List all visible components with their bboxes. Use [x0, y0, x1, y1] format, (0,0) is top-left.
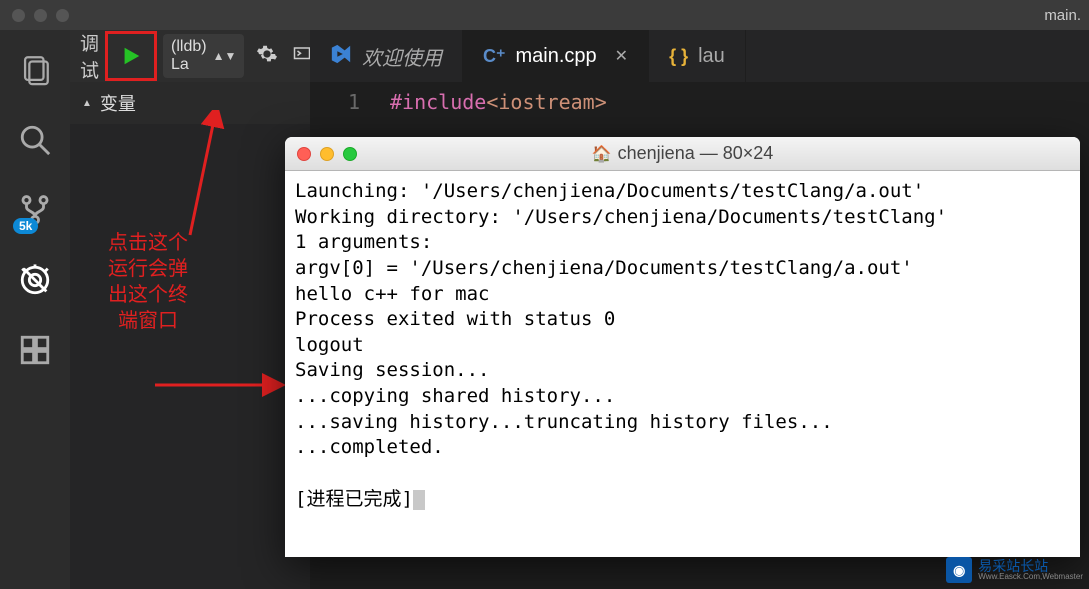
tab-main-cpp[interactable]: C⁺ main.cpp ✕	[463, 30, 649, 82]
terminal-window-controls[interactable]	[297, 147, 357, 161]
variables-section-header[interactable]: ▲ 变量	[70, 82, 310, 124]
terminal-title-text: chenjiena — 80×24	[618, 143, 774, 164]
scm-badge: 5k	[13, 218, 38, 234]
close-dot[interactable]	[12, 9, 25, 22]
explorer-icon[interactable]	[15, 50, 55, 90]
tab-launch-label: lau	[698, 45, 725, 68]
code-line-1: #include<iostream>	[390, 90, 607, 114]
terminal-close-button[interactable]	[297, 147, 311, 161]
close-icon[interactable]: ✕	[615, 46, 628, 66]
keyword-include: #include	[390, 90, 486, 114]
json-file-icon: { }	[669, 46, 688, 67]
home-icon: 🏠	[592, 144, 612, 164]
header-name: <iostream>	[486, 90, 606, 114]
window-controls[interactable]	[12, 9, 69, 22]
debug-side-panel: 调试 (lldb) La ▲▼ ▲ 变量	[70, 30, 310, 589]
debug-config-select[interactable]: (lldb) La ▲▼	[163, 34, 244, 78]
debug-icon[interactable]	[15, 260, 55, 300]
terminal-line: hello c++ for mac	[295, 283, 489, 305]
terminal-titlebar[interactable]: 🏠 chenjiena — 80×24	[285, 137, 1080, 171]
terminal-body[interactable]: Launching: '/Users/chenjiena/Documents/t…	[285, 171, 1080, 557]
terminal-line: ...saving history...truncating history f…	[295, 411, 833, 433]
annotation-highlight-box	[105, 31, 157, 81]
zoom-dot[interactable]	[56, 9, 69, 22]
tab-main-label: main.cpp	[516, 45, 597, 68]
terminal-line: ...copying shared history...	[295, 385, 615, 407]
start-debug-button[interactable]	[112, 36, 150, 76]
line-number: 1	[330, 90, 360, 114]
terminal-line: Process exited with status 0	[295, 308, 615, 330]
collapse-triangle-icon: ▲	[82, 98, 92, 109]
watermark-name: 易采站长站	[978, 559, 1083, 573]
window-title: main.	[1044, 7, 1081, 24]
terminal-line: argv[0] = '/Users/chenjiena/Documents/te…	[295, 257, 913, 279]
terminal-line: Working directory: '/Users/chenjiena/Doc…	[295, 206, 947, 228]
debug-config-label: (lldb) La	[171, 38, 207, 74]
source-control-icon[interactable]: 5k	[15, 190, 55, 230]
search-icon[interactable]	[15, 120, 55, 160]
tab-welcome[interactable]: 欢迎使用	[310, 30, 463, 82]
terminal-line: logout	[295, 334, 364, 356]
vscode-icon	[330, 43, 352, 70]
vscode-titlebar: main.	[0, 0, 1089, 30]
terminal-window: 🏠 chenjiena — 80×24 Launching: '/Users/c…	[285, 137, 1080, 557]
terminal-zoom-button[interactable]	[343, 147, 357, 161]
minimize-dot[interactable]	[34, 9, 47, 22]
terminal-line: ...completed.	[295, 436, 444, 458]
gear-icon[interactable]	[256, 43, 278, 70]
watermark: ◉ 易采站长站 Www.Easck.Com,Webmaster	[946, 557, 1083, 583]
terminal-line: Launching: '/Users/chenjiena/Documents/t…	[295, 180, 924, 202]
chevron-updown-icon: ▲▼	[213, 49, 237, 63]
tab-launch-json[interactable]: { } lau	[649, 30, 746, 82]
activity-bar: 5k	[0, 30, 70, 589]
variables-label: 变量	[100, 90, 136, 116]
tab-welcome-label: 欢迎使用	[362, 42, 442, 71]
watermark-sub: Www.Easck.Com,Webmaster	[978, 573, 1083, 581]
terminal-line: Saving session...	[295, 359, 489, 381]
debug-label: 调试	[80, 29, 99, 83]
debug-toolbar: 调试 (lldb) La ▲▼	[70, 30, 310, 82]
terminal-title: 🏠 chenjiena — 80×24	[592, 143, 774, 164]
cpp-file-icon: C⁺	[483, 46, 506, 67]
watermark-logo-icon: ◉	[946, 557, 972, 583]
code-editor[interactable]: 1 #include<iostream>	[310, 82, 1089, 122]
terminal-cursor	[413, 490, 425, 510]
terminal-minimize-button[interactable]	[320, 147, 334, 161]
terminal-line: [进程已完成]	[295, 488, 413, 510]
terminal-line: 1 arguments:	[295, 231, 432, 253]
editor-tabs: 欢迎使用 C⁺ main.cpp ✕ { } lau	[310, 30, 1089, 82]
extensions-icon[interactable]	[15, 330, 55, 370]
